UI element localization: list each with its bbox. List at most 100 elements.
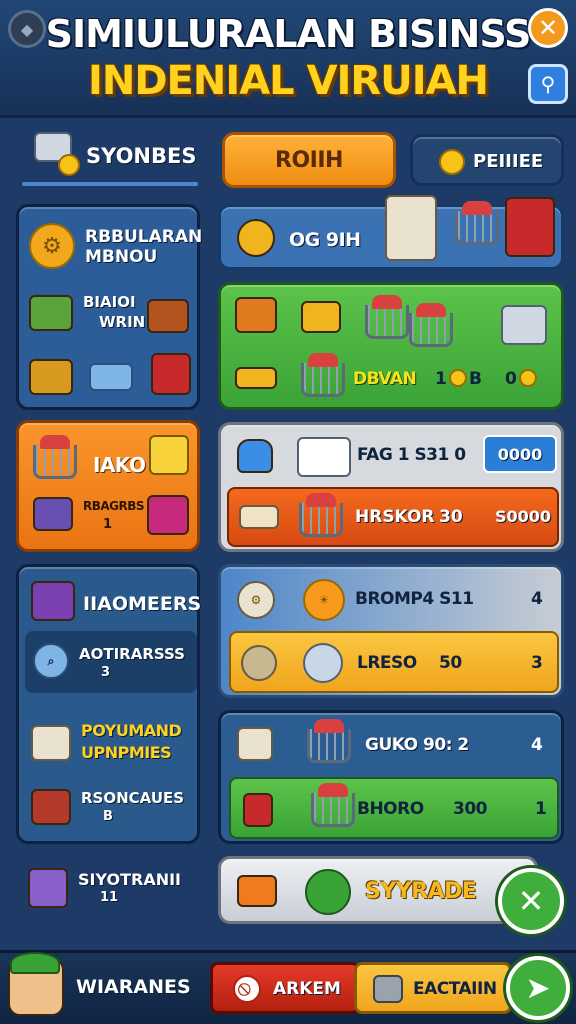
- close-button[interactable]: ✕: [528, 8, 568, 48]
- gift-icon: [151, 353, 191, 395]
- right-row-5-value: 4: [531, 589, 543, 609]
- link-icon: ⚲: [540, 72, 556, 96]
- left-panel-3-upgrade-2: UPNPMIES: [81, 743, 172, 762]
- right-row-8-value: 1: [535, 799, 547, 819]
- cart-icon: [307, 719, 351, 763]
- left-panel-2-sub-value: 1: [103, 517, 112, 532]
- left-panel-business[interactable]: ⚙ RBBULARAN MBNOU BIAIOI WRIN: [16, 204, 202, 410]
- left-panel-4-label: SIYOTRANII: [78, 870, 182, 889]
- tab-left[interactable]: SYONBES: [22, 126, 198, 184]
- display-icon: [89, 363, 133, 391]
- game-subtitle: INDENIAL VIRUIAH: [87, 58, 489, 104]
- tab-center[interactable]: ROIIH: [222, 132, 396, 188]
- footer-label: WIARANES: [76, 976, 191, 998]
- left-panel-3-sources: RSONCAUES: [81, 789, 185, 807]
- left-panel-2-sub: RBAGRBS: [83, 499, 145, 513]
- right-group-bonus: ⚙ ☀ BROMP4 S11 4 LRESO 50 3: [218, 564, 564, 698]
- right-row-8[interactable]: BHORO 300 1: [229, 777, 559, 839]
- coin-icon: [449, 369, 467, 387]
- right-row-3-value-button[interactable]: 0000: [483, 435, 557, 473]
- display-icon: [297, 437, 351, 477]
- right-group-goods: GUKO 90: 2 4 BHORO 300 1: [218, 710, 564, 844]
- left-panel-4-value: 11: [100, 890, 119, 905]
- tab-right-label: PEIIIEE: [473, 151, 544, 172]
- cart-icon: [301, 301, 341, 333]
- gift-icon: [147, 495, 189, 535]
- tab-right[interactable]: PEIIIEE: [410, 134, 564, 186]
- close-green-button[interactable]: ✕: [498, 868, 564, 934]
- right-row-6[interactable]: LRESO 50 3: [229, 631, 559, 693]
- book-icon: [31, 581, 75, 621]
- cart-icon: [311, 783, 355, 827]
- left-panel-1-item-label: BIAIOI: [83, 293, 136, 311]
- managers-row-label: AOTIRARSSS: [79, 645, 185, 663]
- box-icon: [505, 197, 555, 257]
- scroll-icon: [237, 875, 277, 907]
- right-row-9[interactable]: SYYRADE: [218, 856, 538, 924]
- right-row-7-label: GUKO 90: 2: [365, 735, 469, 755]
- close-icon: ✕: [517, 882, 545, 920]
- right-row-6-amount: 50: [439, 653, 462, 673]
- left-panel-storage[interactable]: SIYOTRANII 11: [16, 856, 200, 920]
- cart-icon: [455, 201, 499, 245]
- package-icon: [149, 435, 189, 475]
- bucket-icon: [237, 439, 273, 473]
- sun-icon: ☀: [303, 579, 345, 621]
- right-row-1-label: OG 9IH: [289, 229, 361, 251]
- gear-icon: ⚙: [29, 223, 75, 269]
- managers-row[interactable]: ⌕ AOTIRARSSS 3: [25, 631, 197, 693]
- box-icon: [147, 299, 189, 333]
- right-row-1[interactable]: OG 9IH: [218, 195, 564, 270]
- coin-icon: [58, 154, 80, 176]
- register-icon: [385, 195, 437, 261]
- crate-icon: [235, 297, 277, 333]
- crate-icon: [28, 868, 68, 908]
- tab-center-label: ROIIH: [275, 147, 343, 173]
- gear-icon: ⚙: [237, 581, 275, 619]
- left-panel-shop[interactable]: IAKO RBAGRBS 1: [16, 420, 200, 552]
- footer-button-2-label: EACTAIIN: [413, 979, 497, 999]
- left-panel-3-upgrade-1: POYUMAND: [81, 721, 182, 740]
- left-panel-2-title: IAKO: [93, 453, 146, 477]
- left-panel-3-sources-value: B: [103, 809, 113, 824]
- cancel-icon: ⃠: [233, 975, 261, 1003]
- right-row-2[interactable]: DBVAN 1 B 0: [218, 282, 564, 410]
- left-panel-1-subtitle: MBNOU: [85, 247, 158, 267]
- left-panel-managers[interactable]: IIAOMEERS ⌕ AOTIRARSSS 3 POYUMAND UPNPMI…: [16, 564, 202, 844]
- mouse-icon: [303, 643, 343, 683]
- right-row-4-amount: 30: [439, 507, 463, 527]
- right-group-market: FAG 1 S31 0 0000 HRSKOR 30 S0000: [218, 422, 564, 552]
- cart-icon: [299, 493, 343, 537]
- right-row-4-price: S0000: [495, 507, 552, 526]
- game-title: SIMIULURALAN BISINSS: [45, 12, 532, 56]
- dragon-icon: [305, 869, 351, 915]
- footer-button-1-label: ARKEM: [273, 979, 341, 999]
- right-row-6-value: 3: [531, 653, 543, 673]
- stack-icon: [239, 505, 279, 529]
- crate-icon: [29, 295, 73, 331]
- right-row-8-amount: 300: [453, 799, 488, 819]
- register-icon: [31, 725, 71, 761]
- next-button[interactable]: ➤: [506, 956, 570, 1020]
- tab-underline: [22, 182, 198, 186]
- cart-icon: [409, 303, 453, 347]
- link-button[interactable]: ⚲: [528, 64, 568, 104]
- footer-button-1[interactable]: ⃠ ARKEM: [210, 962, 360, 1014]
- footer-button-2[interactable]: EACTAIIN: [354, 962, 512, 1014]
- computer-icon: [501, 305, 547, 345]
- right-row-2-counter: 0: [505, 369, 517, 389]
- avatar-hat: [10, 952, 60, 974]
- cart-icon: [33, 435, 77, 479]
- left-panel-1-item-sub: WRIN: [99, 313, 146, 331]
- arrow-right-icon: ➤: [525, 970, 551, 1006]
- register-icon: [237, 727, 273, 761]
- right-row-2-val2: B: [469, 369, 482, 389]
- cart-icon: [301, 353, 345, 397]
- stack-icon: [235, 367, 277, 389]
- coin-icon: [439, 149, 465, 175]
- left-panel-3-title: IIAOMEERS: [83, 593, 202, 615]
- right-row-2-label: DBVAN: [353, 369, 417, 389]
- right-row-4[interactable]: HRSKOR 30 S0000: [227, 487, 559, 547]
- managers-row-value: 3: [101, 665, 111, 680]
- crate-icon: [33, 497, 73, 531]
